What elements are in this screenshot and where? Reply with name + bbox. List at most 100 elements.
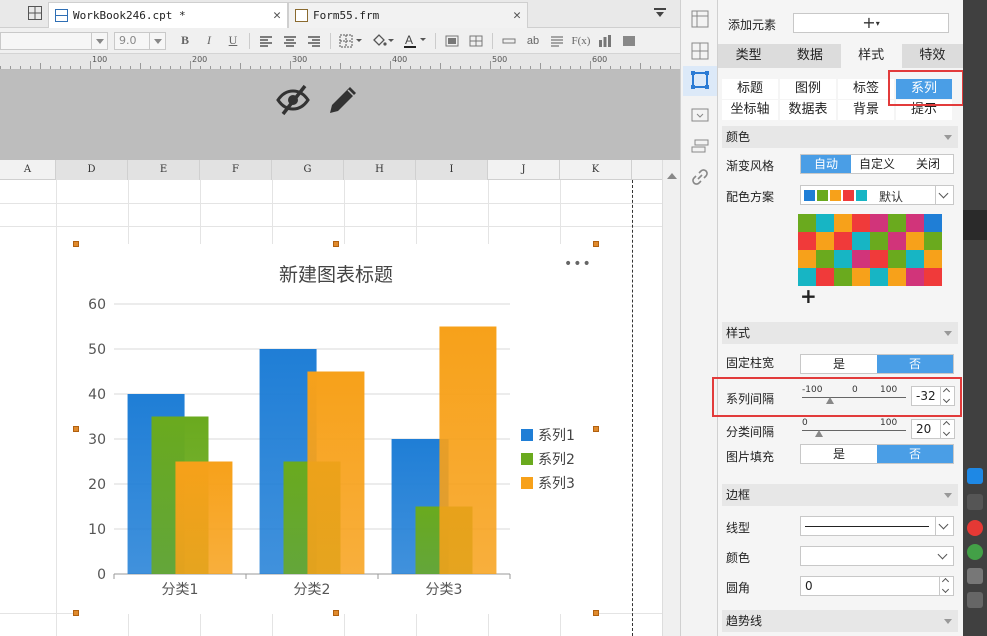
vertical-scrollbar[interactable]	[662, 160, 680, 636]
wrap-button[interactable]	[498, 32, 520, 50]
more-options-icon[interactable]: •••	[564, 256, 592, 272]
insert-chart-button[interactable]	[594, 32, 616, 50]
close-icon[interactable]: ✕	[273, 8, 281, 23]
tab-effects[interactable]: 特效	[901, 44, 963, 68]
column-header-d[interactable]: D	[56, 160, 128, 180]
palette-swatch[interactable]	[852, 268, 870, 286]
column-header-a[interactable]: A	[0, 160, 56, 180]
color-scheme-select[interactable]: 默认	[800, 185, 954, 205]
grid-icon[interactable]	[28, 6, 42, 20]
palette-swatch[interactable]	[888, 214, 906, 232]
palette-swatch[interactable]	[816, 232, 834, 250]
font-size-select[interactable]: 9.0	[114, 31, 166, 50]
slider-thumb[interactable]	[814, 426, 823, 437]
close-icon[interactable]: ✕	[513, 8, 521, 23]
palette-swatch[interactable]	[870, 232, 888, 250]
column-header-f[interactable]: F	[200, 160, 272, 180]
legend-item-series1[interactable]: 系列1	[521, 425, 575, 445]
legend-item-series3[interactable]: 系列3	[521, 473, 575, 493]
series-gap-slider[interactable]: -100 0 100	[802, 385, 906, 409]
palette-swatch[interactable]	[924, 232, 942, 250]
italic-button[interactable]: I	[198, 32, 220, 50]
spin-arrows-icon[interactable]	[940, 420, 954, 438]
column-header-k[interactable]: K	[560, 160, 632, 180]
column-header-h[interactable]: H	[344, 160, 416, 180]
resize-handle[interactable]	[73, 426, 79, 432]
resize-handle[interactable]	[593, 426, 599, 432]
palette-swatch[interactable]	[798, 232, 816, 250]
hide-button[interactable]	[275, 84, 311, 116]
palette-swatch[interactable]	[888, 250, 906, 268]
wechat-icon[interactable]	[967, 544, 983, 560]
palette-swatch[interactable]	[834, 250, 852, 268]
chart-title[interactable]: 新建图表标题	[76, 260, 596, 287]
bold-button[interactable]: B	[174, 32, 196, 50]
palette-swatch[interactable]	[924, 250, 942, 268]
font-family-select[interactable]	[0, 31, 108, 50]
tab-form[interactable]: Form55.frm ✕	[288, 2, 528, 28]
palette-swatch[interactable]	[870, 214, 888, 232]
palette-swatch[interactable]	[870, 268, 888, 286]
tab-style[interactable]: 样式	[840, 44, 902, 68]
slider-thumb[interactable]	[826, 393, 835, 404]
palette-swatch[interactable]	[852, 250, 870, 268]
border-section-header[interactable]: 边框	[722, 484, 958, 506]
palette-swatch[interactable]	[834, 268, 852, 286]
palette-swatch[interactable]	[870, 250, 888, 268]
palette-swatch[interactable]	[906, 250, 924, 268]
border-button[interactable]	[336, 32, 366, 50]
image-fill-yes[interactable]: 是	[801, 445, 877, 463]
palette-swatch[interactable]	[852, 232, 870, 250]
resize-handle[interactable]	[73, 241, 79, 247]
volume-muted-icon[interactable]	[967, 592, 983, 608]
corner-radius-input[interactable]: 0	[800, 576, 954, 596]
tab-list-dropdown-icon[interactable]	[654, 8, 666, 18]
formula-button[interactable]: F(x)	[570, 32, 592, 50]
resize-handle[interactable]	[333, 241, 339, 247]
palette-swatch[interactable]	[816, 250, 834, 268]
app-icon[interactable]	[967, 468, 983, 484]
palette-swatch[interactable]	[798, 214, 816, 232]
align-right-button[interactable]	[303, 32, 325, 50]
fixed-width-no[interactable]: 否	[877, 355, 953, 373]
add-element-button[interactable]: +▾	[793, 13, 949, 33]
line-type-select[interactable]	[800, 516, 954, 536]
font-color-button[interactable]: A	[400, 32, 430, 50]
palette-swatch[interactable]	[906, 268, 924, 286]
resize-handle[interactable]	[593, 610, 599, 616]
palette-swatch[interactable]	[924, 214, 942, 232]
bar-chart[interactable]: 0 10 20 30 40 50 60 分类1 分类2 分类3 新建图表标题 ••• 系列1 系列…	[76, 244, 596, 614]
subtab-legend[interactable]: 图例	[780, 79, 836, 99]
palette-swatch[interactable]	[834, 214, 852, 232]
app-icon[interactable]	[967, 494, 983, 510]
palette-swatch[interactable]	[852, 214, 870, 232]
subtab-datasheet[interactable]: 数据表	[780, 100, 836, 120]
tab-type[interactable]: 类型	[718, 44, 780, 68]
series-gap-input[interactable]: -32	[911, 386, 955, 406]
text-style-button[interactable]: ab	[522, 32, 544, 50]
palette-swatch[interactable]	[888, 268, 906, 286]
column-header-g[interactable]: G	[272, 160, 344, 180]
tab-workbook[interactable]: WorkBook246.cpt * ✕	[48, 2, 288, 28]
palette-swatch[interactable]	[906, 232, 924, 250]
legend-item-series2[interactable]: 系列2	[521, 449, 575, 469]
fixed-width-yes[interactable]: 是	[801, 355, 877, 373]
underline-button[interactable]: U	[222, 32, 244, 50]
palette-swatch[interactable]	[834, 232, 852, 250]
tab-data[interactable]: 数据	[779, 44, 841, 68]
resize-handle[interactable]	[73, 610, 79, 616]
align-left-button[interactable]	[255, 32, 277, 50]
gradient-custom-option[interactable]: 自定义	[851, 155, 903, 173]
palette-swatch[interactable]	[816, 268, 834, 286]
palette-swatch[interactable]	[888, 232, 906, 250]
palette-swatch[interactable]	[924, 268, 942, 286]
palette-swatch[interactable]	[816, 214, 834, 232]
split-cells-button[interactable]	[465, 32, 487, 50]
line-spacing-button[interactable]	[546, 32, 568, 50]
column-header-i[interactable]: I	[416, 160, 488, 180]
resize-handle[interactable]	[333, 610, 339, 616]
subtab-axis[interactable]: 坐标轴	[722, 100, 778, 120]
insert-image-button[interactable]	[618, 32, 640, 50]
gradient-auto-option[interactable]: 自动	[801, 155, 851, 173]
spin-arrows-icon[interactable]	[940, 387, 954, 405]
